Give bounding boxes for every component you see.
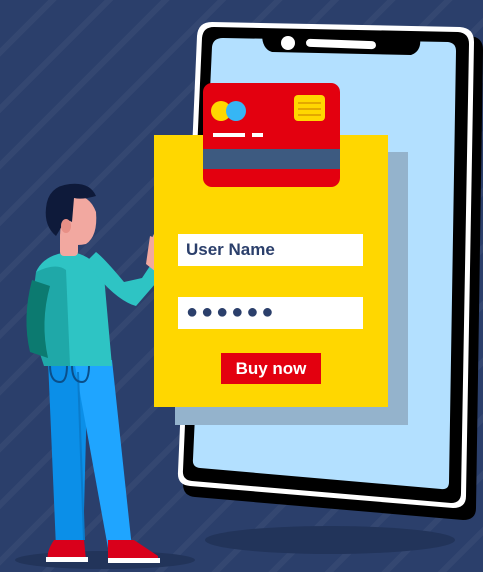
buy-now-button[interactable]: Buy now — [221, 353, 321, 384]
person-shadow — [15, 551, 195, 569]
password-field[interactable]: ●●●●●● — [178, 297, 363, 329]
card-number-dash-1 — [213, 133, 245, 137]
password-mask: ●●●●●● — [186, 301, 277, 323]
card-number-dash-2 — [252, 133, 263, 137]
username-label: User Name — [186, 240, 275, 259]
person-left-sole — [46, 557, 88, 562]
card-stripe — [203, 149, 340, 169]
person — [26, 183, 166, 563]
person-ear — [61, 219, 71, 233]
phone-shadow — [205, 526, 455, 554]
phone-camera — [281, 36, 295, 50]
person-right-sole — [108, 558, 160, 563]
username-field[interactable]: User Name — [178, 234, 363, 266]
credit-card-icon — [203, 83, 340, 187]
